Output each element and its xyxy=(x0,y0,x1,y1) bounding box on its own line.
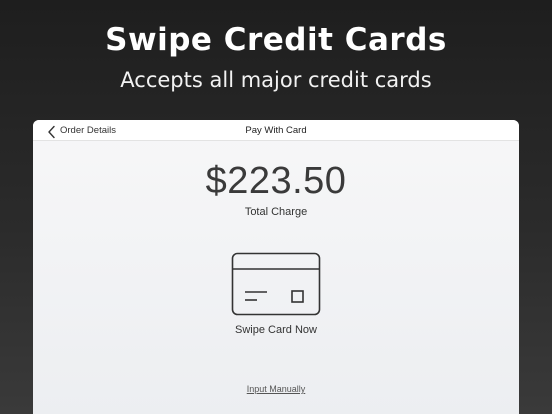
input-manually-link[interactable]: Input Manually xyxy=(33,384,519,394)
nav-title: Pay With Card xyxy=(245,125,307,136)
app-screen: Order Details Pay With Card $223.50 Tota… xyxy=(33,120,519,414)
navigation-bar: Order Details Pay With Card xyxy=(33,120,519,141)
promo-headline: Swipe Credit Cards xyxy=(105,22,447,58)
total-charge-label: Total Charge xyxy=(244,206,308,218)
swipe-card-prompt: Swipe Card Now xyxy=(235,324,317,336)
total-amount: $223.50 xyxy=(205,160,347,202)
promo-subheadline: Accepts all major credit cards xyxy=(120,68,432,92)
credit-card-icon xyxy=(231,252,321,316)
